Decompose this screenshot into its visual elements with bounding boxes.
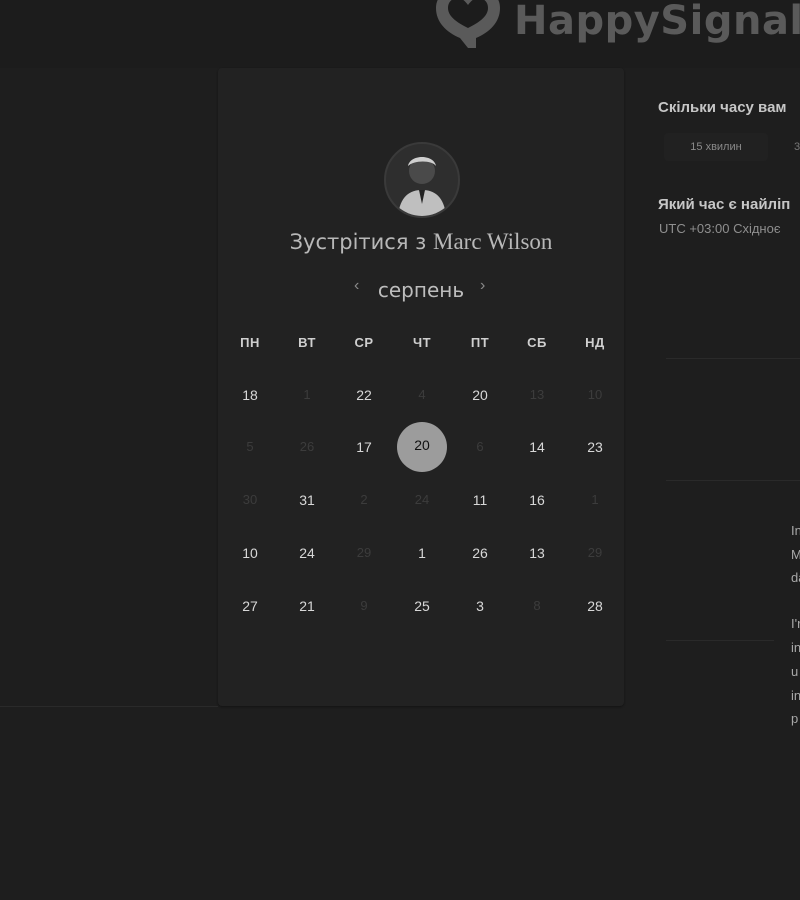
calendar-day[interactable]: 3 <box>460 595 500 617</box>
text-fragment: In <box>791 523 800 538</box>
text-fragment: in <box>791 688 800 703</box>
calendar-day: 5 <box>246 439 254 454</box>
calendar-day[interactable]: 14 <box>517 436 557 458</box>
calendar-day[interactable]: 13 <box>517 542 557 564</box>
calendar-day[interactable]: 17 <box>344 436 384 458</box>
time-question: Який час є найліп <box>658 196 791 213</box>
text-fragment: in <box>791 640 800 655</box>
calendar-day[interactable]: 31 <box>287 489 327 511</box>
duration-question: Скільки часу вам <box>658 99 787 116</box>
host-name: Marc Wilson <box>433 229 553 254</box>
text-fragment: da <box>791 570 800 585</box>
divider <box>666 640 774 641</box>
avatar <box>384 142 460 218</box>
calendar-day: 29 <box>587 545 603 560</box>
brand-logo[interactable]: HappySignals <box>432 0 800 56</box>
calendar-day: 4 <box>418 387 426 402</box>
weekday-label: НД <box>585 335 605 350</box>
person-portrait-icon <box>398 157 446 216</box>
calendar-day[interactable]: 26 <box>460 542 500 564</box>
calendar-day[interactable]: 11 <box>460 489 500 511</box>
timezone-select[interactable]: UTC +03:00 Східноє <box>659 221 780 236</box>
weekday-label: ВТ <box>298 335 316 350</box>
calendar-day: 26 <box>299 439 315 454</box>
calendar-day: 1 <box>303 387 311 402</box>
calendar-day: 24 <box>414 492 430 507</box>
calendar-day[interactable]: 18 <box>230 384 270 406</box>
weekday-label: ПН <box>240 335 260 350</box>
calendar-day: 2 <box>360 492 368 507</box>
calendar-day[interactable]: 28 <box>575 595 615 617</box>
weekday-label: ПТ <box>470 335 490 350</box>
month-navigation: ‹ серпень › <box>218 274 624 304</box>
weekday-label: ЧТ <box>412 335 432 350</box>
page-title: Зустрітися з Marc Wilson <box>218 229 624 255</box>
calendar-day: 8 <box>533 598 541 613</box>
divider <box>0 706 218 707</box>
calendar-day[interactable]: 10 <box>230 542 270 564</box>
title-prefix: Зустрітися з <box>289 230 427 254</box>
calendar-day[interactable]: 16 <box>517 489 557 511</box>
weekday-label: СБ <box>527 335 547 350</box>
calendar-day[interactable]: 22 <box>344 384 384 406</box>
calendar-day[interactable]: 23 <box>575 436 615 458</box>
brand-name: HappySignals <box>514 0 800 44</box>
calendar-day[interactable]: 27 <box>230 595 270 617</box>
calendar-day: 30 <box>242 492 258 507</box>
weekday-label: СР <box>354 335 374 350</box>
duration-option[interactable]: 15 хвилин <box>664 133 768 161</box>
heart-speech-icon <box>436 0 500 48</box>
top-bar: HappySignals <box>0 0 800 68</box>
text-fragment: u <box>791 664 799 679</box>
divider <box>666 480 800 481</box>
calendar-day[interactable]: 20 <box>460 384 500 406</box>
divider <box>666 358 800 359</box>
calendar-day[interactable]: 25 <box>402 595 442 617</box>
calendar-day[interactable]: 1 <box>402 542 442 564</box>
scheduler-card: Зустрітися з Marc Wilson ‹ серпень › ПН В… <box>218 68 624 706</box>
chevron-right-icon[interactable]: › <box>480 277 485 295</box>
calendar-day: 9 <box>360 598 368 613</box>
calendar-day: 29 <box>356 545 372 560</box>
calendar-day: 13 <box>529 387 545 402</box>
calendar-day[interactable]: 24 <box>287 542 327 564</box>
month-label: серпень <box>377 278 465 302</box>
text-fragment: p <box>791 711 799 726</box>
calendar-day: 10 <box>587 387 603 402</box>
duration-option[interactable]: 3 <box>794 133 800 161</box>
text-fragment: M <box>791 547 800 562</box>
calendar-day: 6 <box>476 439 484 454</box>
text-fragment: I'r <box>791 616 800 631</box>
calendar-day[interactable]: 21 <box>287 595 327 617</box>
calendar-day-selected[interactable]: 20 <box>397 422 447 472</box>
calendar-day: 1 <box>591 492 599 507</box>
